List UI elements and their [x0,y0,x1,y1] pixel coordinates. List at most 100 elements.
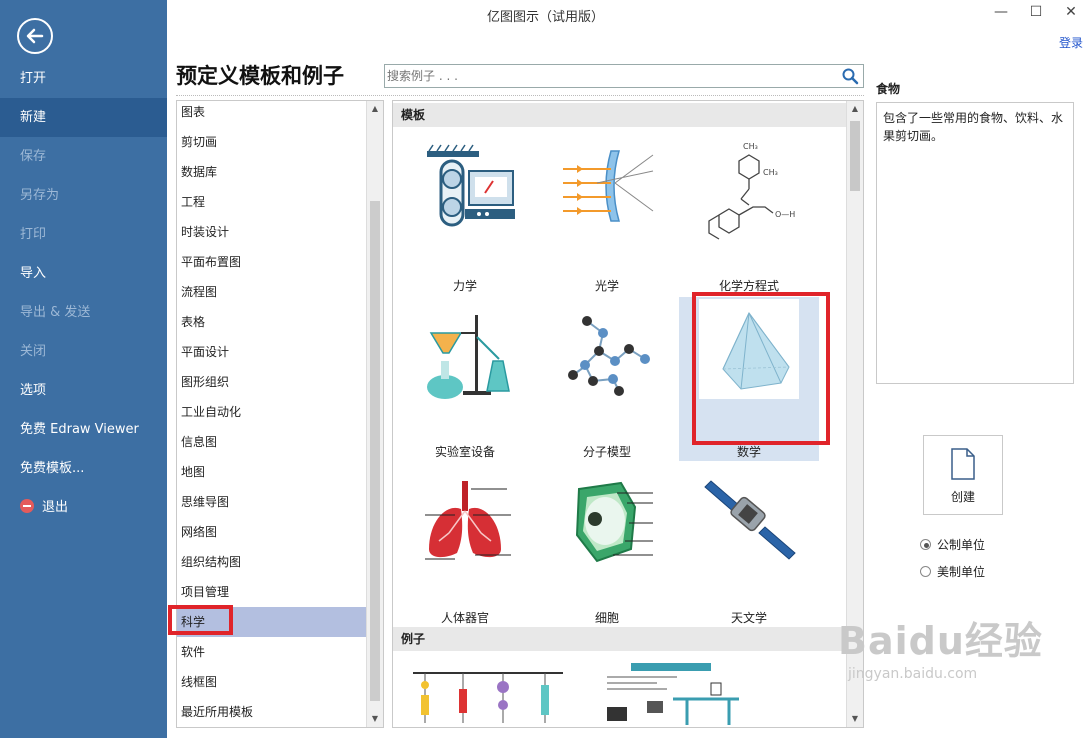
category-item[interactable]: 软件 [177,637,368,667]
svg-text:CH₃: CH₃ [763,168,778,177]
satellite-icon [704,480,796,560]
category-item[interactable]: 平面布置图 [177,247,368,277]
scrollbar-thumb[interactable] [850,121,860,191]
scroll-up-icon[interactable]: ▲ [847,101,863,117]
highlight-box-category [168,605,233,635]
radio-dot-icon [920,566,931,577]
description-title: 食物 [876,82,901,96]
close-icon[interactable]: ✕ [1060,3,1082,21]
sidebar-item[interactable]: 另存为 [0,176,167,215]
mechanics-icon [427,144,515,227]
sidebar-item-label: 选项 [20,383,47,398]
minimize-icon[interactable]: — [990,3,1012,21]
search-icon[interactable] [841,67,859,85]
example-thumbnails[interactable] [411,661,751,727]
sidebar-item-label: 保存 [20,149,47,164]
scroll-down-icon[interactable]: ▼ [367,711,383,727]
maximize-icon[interactable]: ☐ [1025,3,1047,21]
sidebar-item-label: 免费 Edraw Viewer [20,422,139,437]
sidebar-item[interactable]: 导出 & 发送 [0,293,167,332]
category-item[interactable]: 剪切画 [177,127,368,157]
svg-text:O—H: O—H [775,210,795,219]
description-text: 包含了一些常用的食物、饮料、水果剪切画。 [876,102,1074,384]
radio-metric[interactable]: 公制单位 [920,536,985,553]
highlight-box-template [692,292,830,445]
category-item[interactable]: 信息图 [177,427,368,457]
template-tile[interactable]: CH₃ CH₃ O—H 化学方程式 [679,131,819,295]
sidebar-item-label: 新建 [20,110,47,125]
radio-dot-icon [920,539,931,550]
sidebar-item[interactable]: 保存 [0,137,167,176]
category-item[interactable]: 数据库 [177,157,368,187]
category-item[interactable]: 思维导图 [177,487,368,517]
login-link[interactable]: 登录 [1059,34,1083,51]
sidebar-item-label: 另存为 [20,188,60,203]
sidebar-item[interactable]: 免费模板... [0,449,167,488]
sidebar-item[interactable]: 免费 Edraw Viewer [0,410,167,449]
template-tile[interactable]: 光学 [537,131,677,295]
template-label: 人体器官 [440,611,489,625]
sidebar-item[interactable]: 新建 [0,98,167,137]
section-header-templates: 模板 [393,103,847,127]
sidebar-item-label: 打开 [20,71,47,86]
category-item[interactable]: 组织结构图 [177,547,368,577]
template-tile[interactable]: 力学 [395,131,535,295]
create-button[interactable]: 创建 [923,435,1003,515]
sidebar-item[interactable]: 打印 [0,215,167,254]
template-label: 实验室设备 [434,445,495,459]
radio-imperial[interactable]: 美制单位 [920,563,985,580]
category-item[interactable]: 项目管理 [177,577,368,607]
template-tile[interactable]: 人体器官 [395,463,535,627]
sidebar-item[interactable]: 退出 [0,488,167,527]
category-item[interactable]: 图表 [177,101,368,127]
divider [176,95,864,96]
page-title: 预定义模板和例子 [176,64,344,88]
template-label: 光学 [594,279,619,293]
radio-label: 公制单位 [937,538,986,552]
sidebar-item[interactable]: 关闭 [0,332,167,371]
category-item[interactable]: 平面设计 [177,337,368,367]
sidebar: 打开新建保存另存为打印导入导出 & 发送 关闭选项免费 Edraw Viewer 免… [0,0,167,738]
svg-text:CH₃: CH₃ [743,142,758,151]
sidebar-item-label: 免费模板... [20,461,85,476]
category-scrollbar[interactable]: ▲ ▼ [366,101,383,727]
category-item[interactable]: 表格 [177,307,368,337]
molecule-model-icon [568,316,650,396]
scrollbar-thumb[interactable] [370,201,380,701]
sidebar-item-label: 退出 [42,500,69,515]
window-title: 亿图图示（试用版） [486,10,604,25]
chemical-equation-icon: CH₃ CH₃ O—H [708,142,795,240]
category-item[interactable]: 地图 [177,457,368,487]
category-item[interactable]: 工程 [177,187,368,217]
sidebar-item-label: 打印 [20,227,47,242]
create-label: 创建 [950,490,975,504]
sidebar-item[interactable]: 选项 [0,371,167,410]
watermark: Baidu经验 jingyan.baidu.com [838,616,1088,726]
sidebar-item[interactable]: 打开 [0,59,167,98]
template-tile[interactable]: 天文学 [679,463,819,627]
search-box [384,64,864,88]
optics-icon [563,150,654,222]
category-item[interactable]: 线框图 [177,667,368,697]
category-item[interactable]: 流程图 [177,277,368,307]
lab-equipment-icon [427,315,510,399]
category-item[interactable]: 时装设计 [177,217,368,247]
template-label: 天文学 [730,611,767,625]
sidebar-item-label: 关闭 [20,344,47,359]
template-label: 力学 [452,279,477,293]
sidebar-item[interactable]: 导入 [0,254,167,293]
category-item[interactable]: 最近所用模板 [177,697,368,727]
watermark-brand: Baidu经验 [838,619,1043,663]
template-tile[interactable]: 实验室设备 [395,297,535,461]
category-item[interactable]: 图形组织 [177,367,368,397]
template-label: 细胞 [594,611,619,625]
radio-label: 美制单位 [937,565,986,579]
sidebar-item-label: 导出 & 发送 [20,305,91,320]
template-tile[interactable]: 分子模型 [537,297,677,461]
scroll-up-icon[interactable]: ▲ [367,101,383,117]
category-item[interactable]: 工业自动化 [177,397,368,427]
search-input[interactable] [387,67,827,85]
new-document-icon [951,448,975,480]
template-tile[interactable]: 细胞 [537,463,677,627]
category-item[interactable]: 网络图 [177,517,368,547]
